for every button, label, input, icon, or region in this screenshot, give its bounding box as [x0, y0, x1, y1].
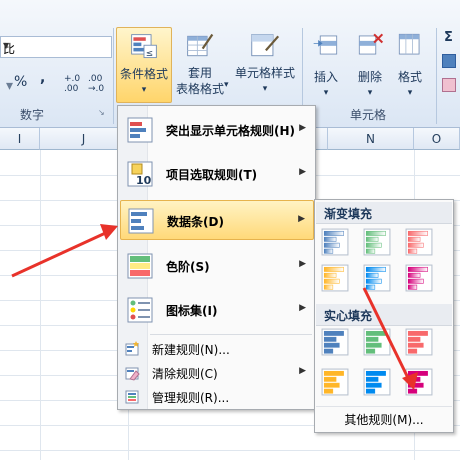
- column-header-i[interactable]: I: [0, 128, 40, 150]
- menu-item-label: 突出显示单元格规则(H): [166, 124, 296, 138]
- clear-icon[interactable]: [442, 78, 456, 92]
- submenu-arrow-icon: ▶: [299, 366, 306, 376]
- gradient-data-bar-option[interactable]: [321, 264, 349, 292]
- menu-item-label: 项目选取规则(T): [166, 168, 258, 182]
- gradient-data-bar-option[interactable]: [405, 264, 433, 292]
- column-header-n[interactable]: N: [328, 128, 414, 150]
- chevron-down-icon: ▾: [367, 88, 373, 98]
- menu-item-top-bottom-rules[interactable]: 10 项目选取规则(T) ▶: [120, 154, 314, 194]
- data-bars-icon: [128, 208, 154, 234]
- new-rule-icon: [125, 341, 139, 356]
- insert-button[interactable]: 插入 ▾: [304, 27, 348, 101]
- svg-text:10: 10: [136, 174, 152, 187]
- currency-button[interactable]: ▾: [6, 78, 13, 94]
- menu-item-new-rule[interactable]: 新建规则(N)...: [120, 338, 314, 360]
- conditional-formatting-button[interactable]: ≤ 条件格式 ▾: [116, 27, 172, 103]
- group-number-label: 数字: [20, 108, 45, 122]
- highlight-cells-icon: [127, 117, 153, 143]
- more-rules-item[interactable]: 其他规则(M)...: [316, 406, 452, 432]
- submenu-arrow-icon: ▶: [299, 259, 306, 269]
- solid-data-bar-option[interactable]: [405, 368, 433, 396]
- delete-cells-icon: [358, 33, 384, 55]
- menu-item-highlight-cells-rules[interactable]: 突出显示单元格规则(H) ▶: [120, 110, 314, 150]
- chevron-down-icon: ▾: [224, 80, 229, 90]
- solid-data-bar-option[interactable]: [321, 368, 349, 396]
- menu-item-label: 新建规则(N)...: [152, 343, 230, 357]
- format-button[interactable]: 格式 ▾: [392, 27, 428, 101]
- gradient-data-bar-option[interactable]: [321, 228, 349, 256]
- cell-styles-icon: [251, 34, 280, 57]
- format-as-table-label2: 表格格式: [175, 82, 224, 96]
- solid-data-bar-option[interactable]: [405, 328, 433, 356]
- svg-text:≤: ≤: [146, 49, 153, 59]
- top-bottom-icon: 10: [127, 161, 153, 187]
- solid-fill-header: 实心填充: [316, 304, 452, 326]
- submenu-arrow-icon: ▶: [299, 123, 306, 133]
- conditional-formatting-label: 条件格式: [119, 67, 168, 81]
- solid-data-bar-option[interactable]: [321, 328, 349, 356]
- menu-item-label: 管理规则(R)...: [152, 391, 230, 405]
- insert-label: 插入: [313, 70, 338, 84]
- data-bars-submenu: 渐变填充 实心填充 其他规则(M)...: [314, 199, 454, 433]
- menu-item-label: 数据条(D): [167, 215, 224, 229]
- percent-button[interactable]: %: [14, 74, 27, 90]
- submenu-arrow-icon: ▶: [298, 214, 305, 224]
- column-header-o[interactable]: O: [414, 128, 460, 150]
- increase-decimal-button[interactable]: +.0.00: [64, 74, 82, 94]
- format-label: 格式: [397, 70, 422, 84]
- gradient-data-bar-option[interactable]: [363, 228, 391, 256]
- format-as-table-label1: 套用: [187, 66, 212, 80]
- color-scales-icon: [127, 253, 153, 279]
- icon-sets-icon: [127, 297, 153, 323]
- decrease-decimal-button[interactable]: .00 →.0: [88, 74, 106, 94]
- submenu-arrow-icon: ▶: [299, 303, 306, 313]
- chevron-down-icon: ▾: [407, 88, 413, 98]
- chevron-down-icon: ▾: [262, 84, 268, 94]
- format-cells-icon: [398, 33, 420, 55]
- conditional-formatting-menu: 突出显示单元格规则(H) ▶ 10 项目选取规则(T) ▶ 数据条(D) ▶ 色…: [117, 105, 316, 410]
- gradient-data-bar-option[interactable]: [363, 264, 391, 292]
- cell-styles-button[interactable]: 单元格样式 ▾: [232, 27, 298, 97]
- number-format-dropdown[interactable]: 比 ▼: [0, 36, 112, 58]
- insert-cells-icon: [313, 35, 338, 55]
- fill-icon[interactable]: [442, 54, 456, 68]
- group-cells-label: 单元格: [350, 108, 387, 122]
- solid-data-bar-option[interactable]: [363, 368, 391, 396]
- submenu-arrow-icon: ▶: [299, 167, 306, 177]
- autosum-button[interactable]: Σ: [444, 30, 453, 45]
- menu-item-label: 清除规则(C): [152, 367, 218, 381]
- column-header-j[interactable]: J: [40, 128, 128, 150]
- format-as-table-button[interactable]: 套用 表格格式: [172, 27, 228, 97]
- menu-item-label: 色阶(S): [166, 260, 210, 274]
- delete-label: 删除: [357, 70, 382, 84]
- menu-item-clear-rules[interactable]: 清除规则(C) ▶: [120, 362, 314, 384]
- clear-rules-icon: [125, 367, 140, 381]
- delete-button[interactable]: 删除 ▾: [348, 27, 392, 101]
- menu-item-manage-rules[interactable]: 管理规则(R)...: [120, 386, 314, 408]
- chevron-down-icon: ▼: [3, 41, 10, 50]
- cell-styles-label: 单元格样式: [234, 66, 295, 80]
- dialog-launcher-icon[interactable]: ↘: [98, 108, 105, 117]
- gradient-data-bar-option[interactable]: [405, 228, 433, 256]
- menu-item-data-bars[interactable]: 数据条(D) ▶: [120, 200, 314, 240]
- chevron-down-icon: ▾: [323, 88, 329, 98]
- menu-item-label: 图标集(I): [166, 304, 218, 318]
- chevron-down-icon: ▾: [141, 85, 147, 95]
- solid-data-bar-option[interactable]: [363, 328, 391, 356]
- conditional-formatting-icon: ≤: [131, 34, 157, 59]
- manage-rules-icon: [125, 390, 139, 404]
- table-brush-icon: [187, 33, 214, 57]
- comma-button[interactable]: ,: [40, 70, 45, 86]
- menu-item-icon-sets[interactable]: 图标集(I) ▶: [120, 290, 314, 330]
- gradient-fill-header: 渐变填充: [316, 202, 452, 224]
- menu-item-color-scales[interactable]: 色阶(S) ▶: [120, 246, 314, 286]
